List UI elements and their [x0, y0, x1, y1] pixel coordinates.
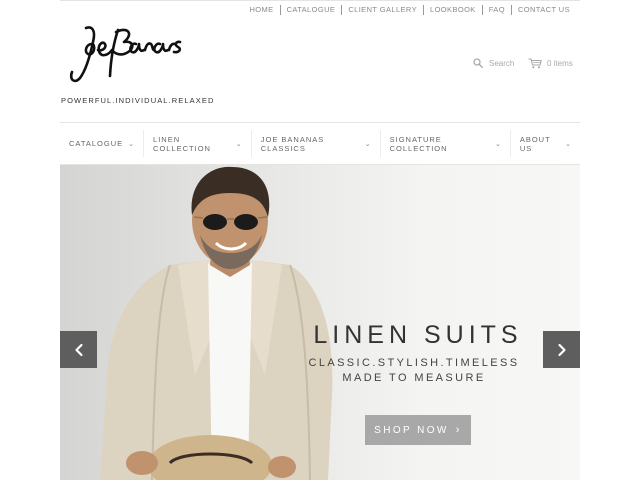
main-nav-label: CATALOGUE: [69, 139, 124, 148]
chevron-down-icon: ⌄: [494, 140, 501, 148]
chevron-right-icon: ›: [455, 424, 462, 436]
top-nav: HOME CATALOGUE CLIENT GALLERY LOOKBOOK F…: [243, 5, 576, 15]
hero-title: LINEN SUITS: [313, 321, 523, 349]
main-nav-label: SIGNATURE COLLECTION: [389, 134, 448, 153]
slider-next-button[interactable]: [543, 331, 580, 368]
search-link[interactable]: Search: [473, 58, 514, 68]
main-nav-catalogue[interactable]: CATALOGUE ⌄: [60, 130, 145, 157]
main-nav-joe-bananas-classics[interactable]: JOE BANANAS CLASSICS ⌄: [252, 130, 381, 157]
chevron-left-icon: [74, 343, 83, 356]
top-nav-client-gallery[interactable]: CLIENT GALLERY: [342, 5, 423, 15]
main-nav-label: JOE BANANAS CLASSICS: [260, 134, 325, 153]
hero-subtitle-1: CLASSIC.STYLISH.TIMELESS: [308, 357, 520, 369]
main-nav-label: ABOUT US: [519, 134, 551, 153]
chevron-down-icon: ⌄: [565, 140, 571, 148]
chevron-down-icon: ⌄: [235, 140, 242, 148]
brand-logo-script: [69, 26, 182, 83]
chevron-down-icon: ⌄: [128, 140, 135, 148]
top-nav-home[interactable]: HOME: [243, 5, 279, 15]
hero-slider: LINEN SUITS CLASSIC.STYLISH.TIMELESS MAD…: [60, 165, 580, 480]
cart-link[interactable]: 0 items: [528, 58, 573, 69]
top-nav-contact-us[interactable]: CONTACT US: [512, 5, 576, 15]
slider-prev-button[interactable]: [60, 331, 97, 368]
main-nav-signature-collection[interactable]: SIGNATURE COLLECTION ⌄: [381, 130, 511, 157]
search-label: Search: [489, 58, 515, 68]
shop-now-button[interactable]: SHOP NOW ›: [365, 415, 471, 445]
search-icon: [473, 58, 483, 68]
cart-count: 0 items: [547, 59, 573, 68]
top-nav-lookbook[interactable]: LOOKBOOK: [424, 5, 482, 15]
top-nav-faq[interactable]: FAQ: [483, 5, 511, 15]
main-nav: CATALOGUE ⌄ LINEN COLLECTION ⌄ JOE BANAN…: [60, 122, 580, 165]
chevron-down-icon: ⌄: [364, 140, 371, 148]
cart-icon: [528, 58, 542, 69]
main-nav-linen-collection[interactable]: LINEN COLLECTION ⌄: [144, 130, 252, 157]
chevron-right-icon: [557, 343, 566, 356]
hero-subtitle-2: MADE TO MEASURE: [342, 372, 486, 384]
brand-tagline: POWERFUL.INDIVIDUAL.RELAXED: [61, 96, 215, 105]
brand-logo[interactable]: [66, 22, 186, 86]
main-nav-label: LINEN COLLECTION: [153, 134, 211, 153]
top-nav-catalogue[interactable]: CATALOGUE: [281, 5, 342, 15]
top-divider: [60, 0, 580, 1]
main-nav-about-us[interactable]: ABOUT US ⌄: [511, 130, 580, 157]
shop-now-label: SHOP NOW: [374, 424, 449, 436]
